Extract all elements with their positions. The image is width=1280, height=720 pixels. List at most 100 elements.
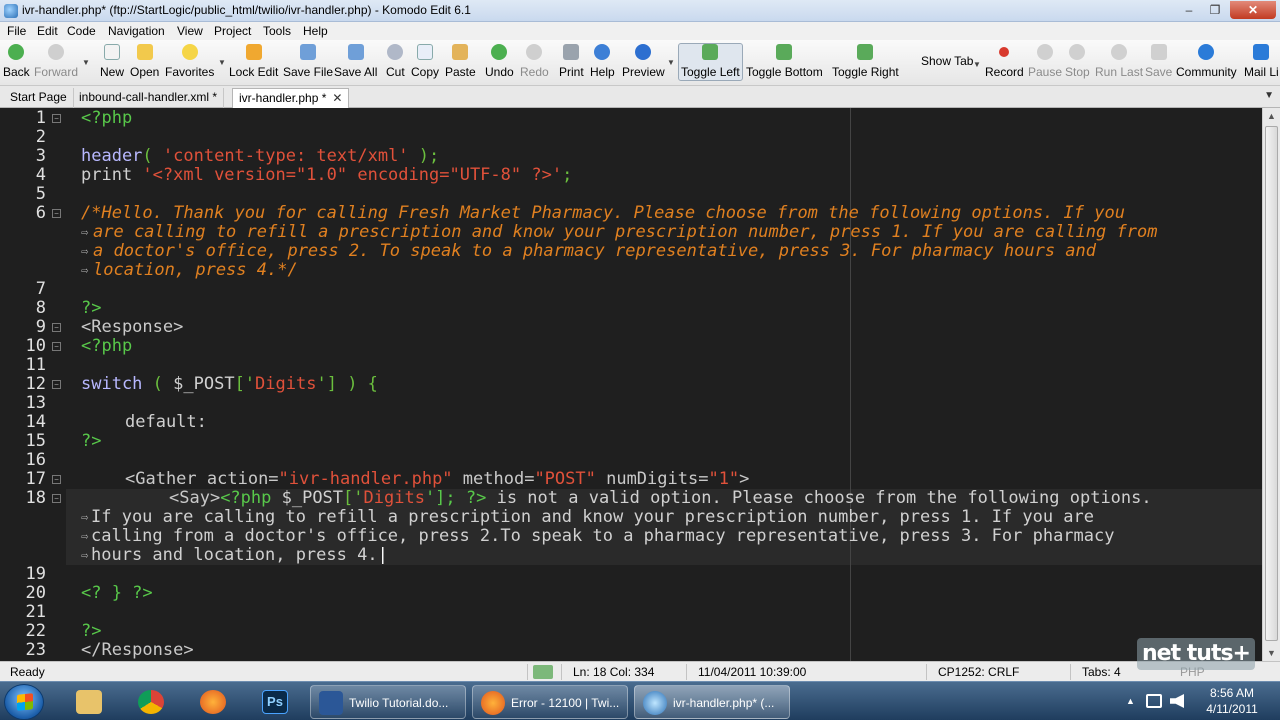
status-datetime: 11/04/2011 10:39:00 bbox=[698, 665, 807, 679]
code-token: method= bbox=[452, 469, 535, 489]
chrome-taskbar-button[interactable] bbox=[125, 685, 177, 719]
status-encoding[interactable]: CP1252: CRLF bbox=[938, 665, 1019, 679]
start-button[interactable] bbox=[4, 684, 44, 720]
print-button[interactable]: Print bbox=[559, 44, 584, 79]
new-button[interactable]: New bbox=[100, 44, 124, 79]
status-tabs[interactable]: Tabs: 4 bbox=[1082, 665, 1121, 679]
save-all-button[interactable]: Save All bbox=[334, 44, 377, 79]
tab-close-icon[interactable]: ✕ bbox=[332, 91, 342, 105]
menu-view[interactable]: View bbox=[177, 24, 203, 38]
line-number: 12 bbox=[25, 374, 46, 394]
maximize-button[interactable]: ❐ bbox=[1202, 1, 1228, 19]
taskbar-task-label: ivr-handler.php* (... bbox=[673, 696, 775, 710]
record-button[interactable]: Record bbox=[985, 44, 1024, 79]
fold-toggle-icon[interactable]: − bbox=[52, 342, 61, 351]
code-token: switch bbox=[81, 374, 153, 394]
taskbar-task-firefox[interactable]: Error - 12100 | Twi... bbox=[472, 685, 628, 719]
code-token: "ivr-handler.php" bbox=[278, 469, 453, 489]
cut-button[interactable]: Cut bbox=[386, 44, 405, 79]
code-line-12: switch ( $_POST['Digits'] ) { bbox=[81, 375, 378, 394]
toggle-left-button[interactable]: Toggle Left bbox=[678, 43, 743, 81]
scroll-down-icon[interactable]: ▼ bbox=[1267, 648, 1276, 658]
line-number: 5 bbox=[35, 184, 46, 204]
code-line-14: default: bbox=[125, 413, 207, 432]
taskbar-task-komodo[interactable]: ivr-handler.php* (... bbox=[634, 685, 790, 719]
favorites-dropdown-icon[interactable]: ▼ bbox=[218, 58, 226, 67]
line-number: 17 bbox=[25, 469, 46, 489]
fold-toggle-icon[interactable]: − bbox=[52, 114, 61, 123]
vertical-scrollbar[interactable]: ▲ ▼ bbox=[1262, 108, 1280, 661]
minimize-button[interactable]: – bbox=[1176, 1, 1202, 19]
scroll-up-icon[interactable]: ▲ bbox=[1267, 111, 1276, 121]
explorer-taskbar-button[interactable] bbox=[63, 685, 115, 719]
help-icon bbox=[594, 44, 611, 60]
tabs-list-dropdown-icon[interactable]: ▼ bbox=[1264, 90, 1274, 101]
stop-button[interactable]: Stop bbox=[1065, 44, 1090, 79]
code-token: Digits bbox=[255, 374, 317, 394]
volume-icon[interactable] bbox=[1170, 694, 1184, 708]
line-number: 1 bbox=[35, 108, 46, 128]
menu-code[interactable]: Code bbox=[67, 24, 96, 38]
code-token: [' bbox=[343, 488, 364, 508]
fold-toggle-icon[interactable]: − bbox=[52, 209, 61, 218]
paste-button[interactable]: Paste bbox=[445, 44, 476, 79]
save-macro-button[interactable]: Save bbox=[1145, 44, 1172, 79]
help-button[interactable]: Help bbox=[590, 44, 615, 79]
code-token: numDigits= bbox=[595, 469, 709, 489]
menu-navigation[interactable]: Navigation bbox=[108, 24, 165, 38]
close-window-button[interactable]: ✕ bbox=[1230, 1, 1276, 19]
windows-logo-icon bbox=[17, 693, 33, 711]
code-token: header bbox=[81, 146, 143, 166]
preview-dropdown-icon[interactable]: ▼ bbox=[667, 58, 675, 67]
firefox-taskbar-button[interactable] bbox=[187, 685, 239, 719]
preview-button[interactable]: Preview bbox=[622, 44, 665, 79]
photoshop-taskbar-button[interactable]: Ps bbox=[249, 685, 301, 719]
toggle-bottom-button[interactable]: Toggle Bottom bbox=[746, 44, 823, 79]
menu-help[interactable]: Help bbox=[303, 24, 328, 38]
line-number: 8 bbox=[35, 298, 46, 318]
tab-inbound-call-handler[interactable]: inbound-call-handler.xml * bbox=[73, 88, 225, 108]
stop-icon bbox=[1069, 44, 1086, 60]
forward-dropdown-icon[interactable]: ▼ bbox=[82, 58, 90, 67]
menu-tools[interactable]: Tools bbox=[263, 24, 291, 38]
back-button[interactable]: Back bbox=[3, 44, 30, 79]
favorites-button[interactable]: Favorites bbox=[165, 44, 214, 79]
code-editor[interactable]: 1 2 3 4 5 6 7 8 9 10 11 12 13 14 15 16 1… bbox=[0, 108, 1280, 661]
scrollbar-thumb[interactable] bbox=[1265, 126, 1278, 641]
toggle-right-button[interactable]: Toggle Right bbox=[832, 44, 899, 79]
mail-list-button[interactable]: Mail Li bbox=[1244, 44, 1279, 79]
code-line-3: header( 'content-type: text/xml' ); bbox=[81, 147, 439, 166]
action-center-icon[interactable] bbox=[1146, 694, 1162, 708]
tab-ivr-handler-label: ivr-handler.php * bbox=[239, 91, 327, 105]
forward-button[interactable]: Forward bbox=[34, 44, 78, 79]
line-number: 14 bbox=[25, 412, 46, 432]
taskbar-clock[interactable]: 8:56 AM 4/11/2011 bbox=[1200, 685, 1264, 717]
code-token: Digits bbox=[363, 488, 425, 508]
syntax-check-icon[interactable] bbox=[533, 665, 553, 679]
fold-toggle-icon[interactable]: − bbox=[52, 323, 61, 332]
show-tab-dropdown-icon[interactable]: ▼ bbox=[973, 60, 981, 69]
code-line-6-wrap-3: location, press 4.*/ bbox=[93, 260, 298, 280]
community-button[interactable]: Community bbox=[1176, 44, 1237, 79]
copy-button[interactable]: Copy bbox=[411, 44, 439, 79]
taskbar-task-word[interactable]: Twilio Tutorial.do... bbox=[310, 685, 466, 719]
show-tab-button[interactable]: Show Tab bbox=[921, 54, 973, 68]
menu-file[interactable]: File bbox=[7, 24, 26, 38]
pause-button[interactable]: Pause bbox=[1028, 44, 1062, 79]
menu-edit[interactable]: Edit bbox=[37, 24, 58, 38]
tray-expand-icon[interactable]: ▲ bbox=[1126, 696, 1135, 706]
menu-project[interactable]: Project bbox=[214, 24, 251, 38]
code-line-6-wrap-1: are calling to refill a prescription and… bbox=[93, 222, 1158, 242]
code-token: hours and location, press 4. bbox=[91, 545, 378, 565]
redo-button[interactable]: Redo bbox=[520, 44, 549, 79]
lock-edit-button[interactable]: Lock Edit bbox=[229, 44, 278, 79]
tab-start-page[interactable]: Start Page bbox=[4, 88, 74, 108]
undo-button[interactable]: Undo bbox=[485, 44, 514, 79]
fold-toggle-icon[interactable]: − bbox=[52, 380, 61, 389]
run-last-button[interactable]: Run Last bbox=[1095, 44, 1143, 79]
save-file-button[interactable]: Save File bbox=[283, 44, 333, 79]
tab-ivr-handler[interactable]: ivr-handler.php * ✕ bbox=[232, 88, 350, 108]
open-button[interactable]: Open bbox=[130, 44, 159, 79]
fold-toggle-icon[interactable]: − bbox=[52, 494, 61, 503]
fold-toggle-icon[interactable]: − bbox=[52, 475, 61, 484]
